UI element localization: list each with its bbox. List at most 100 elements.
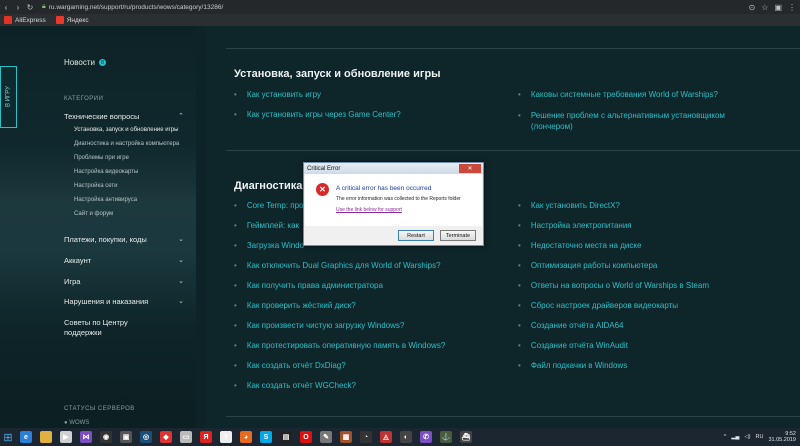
opera-icon: O bbox=[300, 431, 312, 443]
taskbar-media2-icon[interactable]: ◐ bbox=[396, 428, 416, 446]
faq-link[interactable]: • Недостаточно места на диске bbox=[518, 241, 641, 250]
faq-link[interactable]: • Как создать отчёт DxDiag? bbox=[234, 361, 346, 370]
category-violations[interactable]: Нарушения и наказания ⌄ bbox=[64, 297, 184, 306]
chevron-down-icon: ⌄ bbox=[178, 298, 184, 305]
sidebar-news[interactable]: Новости 8 bbox=[64, 58, 106, 67]
taskbar-yandex-browser-icon[interactable]: Y bbox=[216, 428, 236, 446]
faq-link[interactable]: • Как отключить Dual Graphics для World o… bbox=[234, 261, 441, 270]
subcategory-network[interactable]: Настройка сети bbox=[74, 183, 117, 189]
faq-link[interactable]: • Файл подкачки в Windows bbox=[518, 361, 627, 370]
category-game[interactable]: Игра ⌄ bbox=[64, 277, 184, 286]
restart-button[interactable]: Restart bbox=[398, 230, 434, 241]
taskbar-player-icon[interactable]: ◉ bbox=[96, 428, 116, 446]
network-icon[interactable]: ▂▄ bbox=[731, 434, 739, 440]
faq-link[interactable]: • Создание отчёта WinAudit bbox=[518, 341, 628, 350]
faq-link[interactable]: • Как получить права администратора bbox=[234, 281, 383, 290]
taskbar-camera-icon[interactable]: ▣ bbox=[116, 428, 136, 446]
windows-start-icon[interactable]: ⊞ bbox=[0, 428, 16, 446]
tray-arrow-icon[interactable]: ^ bbox=[724, 434, 727, 440]
faq-link[interactable]: • Геймплей: как bbox=[234, 221, 299, 230]
dialog-titlebar[interactable]: Critical Error ✕ bbox=[304, 163, 483, 174]
taskbar-media-icon[interactable]: ▶ bbox=[56, 428, 76, 446]
faq-link[interactable]: • Как установить DirectX? bbox=[518, 201, 620, 210]
taskbar-opera-icon[interactable]: O bbox=[296, 428, 316, 446]
taskbar-game-icon[interactable]: ◆ bbox=[156, 428, 176, 446]
category-account[interactable]: Аккаунт ⌄ bbox=[64, 256, 184, 265]
taskbar-archive-icon[interactable]: ▦ bbox=[336, 428, 356, 446]
faq-link[interactable]: • Каковы системные требования World of Wa… bbox=[518, 90, 718, 99]
faq-link[interactable]: • Как проверить жёсткий диск? bbox=[234, 301, 356, 310]
subcategory-antivirus[interactable]: Настройка антивируса bbox=[74, 197, 137, 203]
subcategory-video[interactable]: Настройка видеокарты bbox=[74, 169, 138, 175]
categories-label: КАТЕГОРИИ bbox=[64, 96, 104, 102]
back-icon[interactable]: ‹ bbox=[0, 3, 12, 12]
error-icon: ✕ bbox=[316, 183, 329, 196]
taskbar-app-icon[interactable]: ▭ bbox=[176, 428, 196, 446]
game-icon: ◆ bbox=[160, 431, 172, 443]
subcategory-diagnostics[interactable]: Диагностика и настройка компьютера bbox=[74, 141, 179, 147]
faq-link[interactable]: • Как произвести чистую загрузку Windows? bbox=[234, 321, 404, 330]
bookmark-aliexpress[interactable]: AliExpress bbox=[4, 16, 46, 24]
taskbar-viber-icon[interactable]: ✆ bbox=[416, 428, 436, 446]
faq-link[interactable]: • Решение проблем с альтернативным устано… bbox=[518, 110, 728, 132]
support-tips-link[interactable]: Советы по Центру поддержки bbox=[64, 318, 144, 338]
extension-icon[interactable]: ▣ bbox=[774, 3, 782, 12]
address-bar[interactable]: 🔒︎ ru.wargaming.net/support/ru/products/… bbox=[42, 3, 749, 11]
play-tab[interactable]: В ИГРУ bbox=[0, 66, 17, 128]
lock-icon: 🔒︎ bbox=[42, 3, 46, 10]
bookmark-yandex[interactable]: Яндекс bbox=[55, 16, 89, 24]
menu-icon[interactable]: ⋮ bbox=[788, 3, 796, 12]
faq-link[interactable]: • Как создать отчёт WGCheck? bbox=[234, 381, 356, 390]
faq-link[interactable]: • Как протестировать оперативную память в… bbox=[234, 341, 445, 350]
divider bbox=[226, 150, 800, 151]
faq-link[interactable]: • Оптимизация работы компьютера bbox=[518, 261, 657, 270]
faq-link[interactable]: • Как установить игры через Game Center? bbox=[234, 110, 401, 119]
taskbar-steam-icon[interactable]: ◎ bbox=[136, 428, 156, 446]
media-icon: ▶ bbox=[60, 431, 72, 443]
taskbar-yandex-icon[interactable]: Я bbox=[196, 428, 216, 446]
yandex-icon: Я bbox=[200, 431, 212, 443]
taskbar-ie-icon[interactable]: e bbox=[16, 428, 36, 446]
viber-icon: ✆ bbox=[420, 431, 432, 443]
taskbar-warships-icon[interactable]: ⛴ bbox=[456, 428, 476, 446]
category-payments[interactable]: Платежи, покупки, коды ⌄ bbox=[64, 235, 184, 244]
vs-icon: ⋈ bbox=[80, 431, 92, 443]
browser-toolbar: ‹ › ↻ 🔒︎ ru.wargaming.net/support/ru/pro… bbox=[0, 0, 800, 14]
faq-link[interactable]: • Core Temp: про bbox=[234, 201, 303, 210]
subcategory-game-problems[interactable]: Проблемы при игре bbox=[74, 155, 129, 161]
category-technical[interactable]: Технические вопросы ⌃ bbox=[64, 112, 184, 121]
server-status-label: СТАТУСЫ СЕРВЕРОВ bbox=[64, 406, 135, 412]
close-icon[interactable]: ✕ bbox=[459, 164, 481, 173]
support-link[interactable]: Use the link below for support bbox=[336, 207, 402, 213]
taskbar-terminal-icon[interactable]: ▤ bbox=[276, 428, 296, 446]
subcategory-site[interactable]: Сайт и форум bbox=[74, 211, 113, 217]
taskbar-folder-icon[interactable] bbox=[36, 428, 56, 446]
taskbar-tool-icon[interactable]: ✎ bbox=[316, 428, 336, 446]
faq-link[interactable]: • Ответы на вопросы о World of Warships в… bbox=[518, 281, 709, 290]
star-icon[interactable]: ☆ bbox=[761, 3, 768, 12]
taskbar-vs-icon[interactable]: ⋈ bbox=[76, 428, 96, 446]
language-indicator[interactable]: RU bbox=[756, 434, 764, 440]
section-diagnostics-title: Диагностика р bbox=[234, 180, 313, 192]
camera-icon[interactable]: ⊙ bbox=[749, 3, 756, 12]
app-icon: ▭ bbox=[180, 431, 192, 443]
forward-icon[interactable]: › bbox=[12, 3, 24, 12]
faq-link[interactable]: • Настройка электропитания bbox=[518, 221, 632, 230]
volume-icon[interactable]: ◁) bbox=[744, 434, 750, 440]
taskbar-skype-icon[interactable]: S bbox=[256, 428, 276, 446]
taskbar-wows-icon[interactable]: ⚓ bbox=[436, 428, 456, 446]
faq-link[interactable]: • Сброс настроек драйверов видеокарты bbox=[518, 301, 678, 310]
reload-icon[interactable]: ↻ bbox=[24, 3, 36, 12]
camera-icon: ▣ bbox=[120, 431, 132, 443]
faq-link[interactable]: • Загрузка Windo bbox=[234, 241, 304, 250]
terminate-button[interactable]: Terminate bbox=[440, 230, 476, 241]
taskbar-ship-icon[interactable]: ◬ bbox=[376, 428, 396, 446]
taskbar-firefox-icon[interactable]: ◕ bbox=[236, 428, 256, 446]
tool-icon: ✎ bbox=[320, 431, 332, 443]
taskbar-java-icon[interactable]: ◔ bbox=[356, 428, 376, 446]
faq-link[interactable]: • Как установить игру bbox=[234, 90, 321, 99]
clock[interactable]: 9:52 31.05.2019 bbox=[768, 431, 796, 443]
ship-icon: ◬ bbox=[380, 431, 392, 443]
subcategory-install[interactable]: Установка, запуск и обновление игры bbox=[74, 127, 178, 133]
faq-link[interactable]: • Создание отчёта AIDA64 bbox=[518, 321, 624, 330]
